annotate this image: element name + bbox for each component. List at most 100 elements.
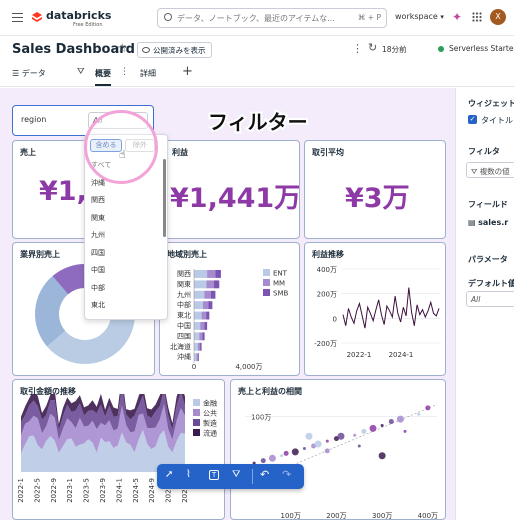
table-icon: ☰ <box>12 69 20 78</box>
legend-label: SMB <box>273 290 288 298</box>
legend-swatch <box>193 409 200 416</box>
title-checkbox[interactable]: ✓ <box>468 115 477 124</box>
bar <box>196 353 198 362</box>
bar <box>210 290 216 299</box>
scatter-point <box>314 440 322 448</box>
bar <box>194 353 197 362</box>
tab-data-label: データ <box>21 69 46 78</box>
legend-label: 製造 <box>203 419 217 428</box>
x-tick-label: 2023-9 <box>99 478 107 503</box>
filter-section-title: フィルタ <box>468 147 500 156</box>
param-section-title: パラメータ <box>468 255 508 264</box>
x-tick-label: 2024-9 <box>148 478 156 503</box>
bar <box>199 332 203 341</box>
bar <box>204 290 211 299</box>
publish-button[interactable]: 公開済みを表示 <box>137 42 212 58</box>
chart-icon[interactable]: ⌇ <box>186 469 191 480</box>
dropdown-option[interactable]: 関西 <box>91 195 105 205</box>
bar <box>194 342 198 351</box>
x-tick-label: 2022-1 <box>17 478 25 503</box>
y-tick-label: 関西 <box>177 270 191 278</box>
add-tab-icon[interactable]: + <box>182 64 193 79</box>
scatter-point <box>417 412 421 416</box>
x-tick-label: 2024-1 <box>115 478 123 503</box>
legend-swatch <box>193 429 200 436</box>
bar <box>194 290 205 299</box>
x-tick-label: 2024-5 <box>132 478 140 503</box>
redo-icon[interactable]: ↷ <box>282 468 291 481</box>
y-tick-label: 200万 <box>317 291 337 299</box>
filter-type-select[interactable]: ⛛ 複数の値 <box>466 162 514 178</box>
bar <box>194 280 207 289</box>
widget-section-title: ウィジェット <box>468 99 514 108</box>
header-divider <box>0 86 514 87</box>
chart-card-correlation[interactable]: 売上と利益の相関 100万 100万 200万 300万 400万 <box>230 379 446 520</box>
dropdown-option[interactable]: 四国 <box>91 248 105 258</box>
x-tick-label: 2023-1 <box>66 478 74 503</box>
dropdown-option[interactable]: 東北 <box>91 300 105 310</box>
y-tick-label: 100万 <box>251 414 271 422</box>
y-tick-label: 東北 <box>177 311 191 320</box>
workspace-selector[interactable]: workspace ▾ <box>395 12 444 21</box>
scatter-point <box>325 439 329 443</box>
databricks-logo-icon[interactable] <box>31 11 43 23</box>
bar <box>206 280 215 289</box>
filter-icon[interactable]: ⛛ <box>232 469 240 480</box>
select-icon[interactable]: ➚ <box>165 469 173 480</box>
text-icon[interactable]: T <box>209 470 219 480</box>
bar <box>208 301 213 310</box>
filter-icon[interactable]: ⛛ <box>77 67 85 77</box>
scatter-point <box>283 450 289 456</box>
field-section-title: フィールド <box>468 200 508 209</box>
y-tick-label: -200万 <box>314 340 337 348</box>
chart-card-amount-trend[interactable]: 取引金額の推移 金融 公共 製造 流通 2022-1 2022-5 2022-9 2023-1… <box>12 379 225 520</box>
chevron-down-icon: ▾ <box>440 13 444 21</box>
tab-data[interactable]: ☰ データ <box>12 68 46 79</box>
search-input[interactable]: データ、ノートブック、最近のアイテムな... ⌘ + P <box>157 8 387 28</box>
tab-details[interactable]: 詳細 <box>140 68 156 79</box>
bar <box>200 342 202 351</box>
legend-swatch <box>193 419 200 426</box>
search-shortcut: ⌘ + P <box>357 13 381 22</box>
dropdown-option[interactable]: 関東 <box>91 213 105 223</box>
kpi-card-profit[interactable]: 利益 ¥1,441万 <box>159 140 300 239</box>
scatter-point <box>305 432 313 440</box>
more-icon[interactable]: ⋮ <box>352 42 363 55</box>
field-item[interactable]: ▤ sales.r <box>468 218 508 227</box>
compute-name[interactable]: Serverless Starter <box>449 44 514 53</box>
default-section-title: デフォルト値 <box>468 279 514 288</box>
bar-chart: 関西関東九州中部東北中国四国北海道沖縄0 4,000万 ENT MM SMB <box>170 269 288 371</box>
kpi-title: 利益 <box>172 148 188 157</box>
dropdown-option[interactable]: 中国 <box>91 265 105 275</box>
menu-icon[interactable] <box>12 13 23 22</box>
bar <box>202 332 205 341</box>
star-icon[interactable]: ☆ <box>117 41 128 55</box>
bar <box>206 311 210 320</box>
chart-card-region[interactable]: 地域別売上 関西 関東 九州 中部 東北 中国 四国 北海道 沖縄 0 4,000万 ENT MM SMB <box>159 242 300 376</box>
y-tick-label: 中国 <box>177 321 191 330</box>
undo-icon[interactable]: ↶ <box>260 468 269 481</box>
field-item-label: sales.r <box>478 218 509 227</box>
kpi-value: ¥3万 <box>345 183 410 214</box>
x-tick-label: 2022-9 <box>50 478 58 503</box>
filter-type-icon: ⛛ <box>471 167 480 176</box>
dropdown-option[interactable]: 中部 <box>91 283 105 293</box>
default-value-input[interactable]: All <box>466 291 514 307</box>
dropdown-scrollbar[interactable] <box>163 159 166 237</box>
bar <box>201 311 207 320</box>
refresh-icon[interactable]: ↻ <box>368 41 377 54</box>
assistant-icon[interactable]: ✦ <box>452 10 462 24</box>
tab-overview[interactable]: 概要 <box>95 68 111 86</box>
apps-grid-icon[interactable] <box>472 12 482 22</box>
avatar[interactable]: X <box>490 9 506 25</box>
toolbar-divider <box>252 469 253 484</box>
dropdown-option[interactable]: 九州 <box>91 230 105 240</box>
scatter-point <box>357 444 361 448</box>
line-chart: 400万 200万 0 -200万 2022-1 2024-1 <box>314 266 441 359</box>
scatter-point <box>388 419 394 425</box>
kpi-card-average[interactable]: 取引平均 ¥3万 <box>304 140 446 239</box>
x-tick-label: 2024-1 <box>389 351 414 359</box>
chart-card-profit-trend[interactable]: 利益推移 400万 200万 0 -200万 2022-1 2024-1 <box>304 242 446 376</box>
tab-more-icon[interactable]: ⋮ <box>120 67 129 77</box>
default-value: All <box>471 295 481 304</box>
